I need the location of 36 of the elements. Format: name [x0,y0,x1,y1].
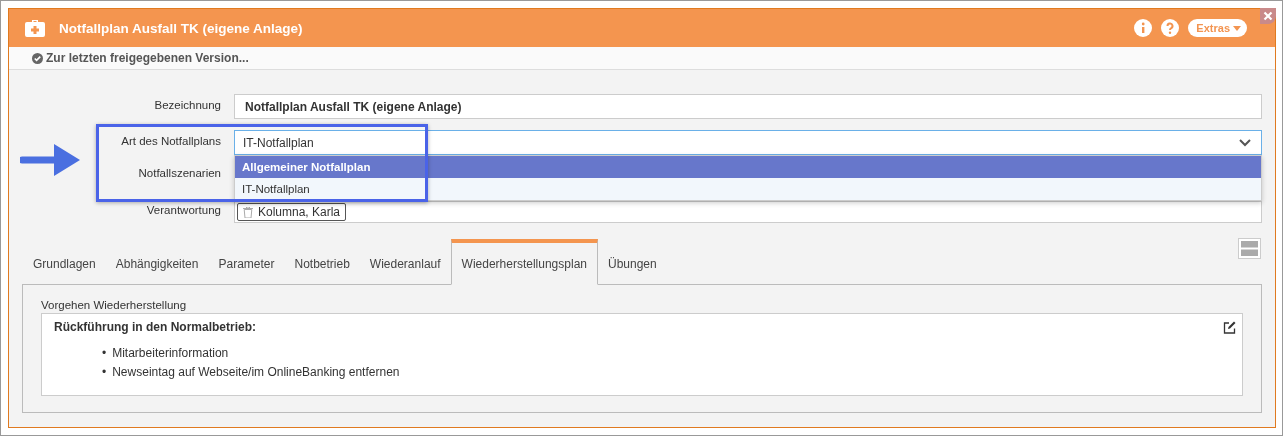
list-item: Mitarbeiterinformation [112,345,229,362]
previous-version-link[interactable]: Zur letzten freigegebenen Version... [32,51,249,65]
check-circle-icon [32,52,43,64]
field-label: Bezeichnung [153,98,221,111]
dropdown-option[interactable]: Allgemeiner Notfallplan [235,156,1261,178]
chevron-down-icon [1239,138,1251,147]
info-icon[interactable] [1134,19,1153,37]
text-field[interactable]: Notfallplan Ausfall TK (eigene Anlage) [234,94,1262,119]
bullet: • [102,345,107,362]
tab[interactable]: Abhängigkeiten [105,243,209,285]
tab[interactable]: Wiederherstellungsplan [450,239,598,285]
field-label: Verantwortung [145,203,221,216]
window-title: Notfallplan Ausfall TK (eigene Anlage) [59,20,303,36]
tab[interactable]: Übungen [598,243,667,285]
caret-icon [1233,25,1241,31]
person-field[interactable]: Kolumna, Karla [234,201,1262,223]
layout-toggle-icon[interactable] [1238,238,1261,259]
trash-icon[interactable] [243,206,253,218]
bullet: • [102,364,107,381]
tab[interactable]: Wiederanlauf [359,243,451,285]
tab[interactable]: Grundlagen [23,243,106,285]
tab[interactable]: Parameter [208,243,285,285]
field-label: Notfallszenarien [137,166,221,179]
text-heading: Rückführung in den Normalbetrieb: [54,320,256,334]
tab[interactable]: Notbetrieb [284,243,360,285]
field-label: Vorgehen Wiederherstellung [41,299,188,311]
person-chip[interactable]: Kolumna, Karla [237,203,347,221]
arrow-icon [20,142,82,178]
help-icon[interactable] [1161,19,1180,37]
dropdown-option[interactable]: IT-Notfallplan [235,178,1261,200]
close-icon[interactable] [1260,8,1276,24]
first-aid-kit-icon [25,19,45,37]
list-item: Newseintag auf Webseite/im OnlineBanking entfernen [112,364,400,381]
field-label: Art des Notfallplans [120,134,221,147]
select-field[interactable]: IT-Notfallplan [234,130,1262,155]
edit-icon[interactable] [1223,321,1236,334]
